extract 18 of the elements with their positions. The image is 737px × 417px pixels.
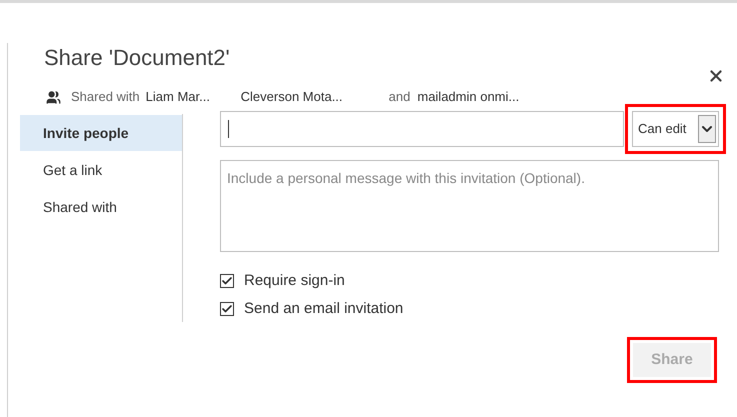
invite-field[interactable] bbox=[220, 111, 624, 147]
nav-tab[interactable]: Shared with bbox=[20, 189, 182, 225]
nav-tab[interactable]: Get a link bbox=[20, 152, 182, 188]
checkbox[interactable] bbox=[220, 274, 234, 288]
nav-tab[interactable]: Invite people bbox=[20, 115, 182, 151]
checkbox[interactable] bbox=[220, 302, 234, 316]
person-link[interactable]: mailadmin onmi... bbox=[417, 87, 520, 107]
person-link[interactable]: Cleverson Mota... bbox=[240, 87, 389, 107]
shared-with-label: Shared with bbox=[71, 88, 140, 106]
people-icon bbox=[46, 90, 61, 104]
and-text: and bbox=[388, 88, 410, 106]
message-field[interactable]: Include a personal message with this invitation (Optional). bbox=[220, 160, 719, 252]
person-link[interactable]: Liam Mar... bbox=[146, 87, 241, 107]
permission-dropdown[interactable]: Can edit bbox=[632, 111, 719, 147]
option-label: Require sign-in bbox=[244, 270, 345, 291]
chevron-icon bbox=[698, 115, 716, 143]
option-label: Send an email invitation bbox=[244, 298, 404, 319]
dialog-title: Share 'Document2' bbox=[44, 44, 230, 72]
